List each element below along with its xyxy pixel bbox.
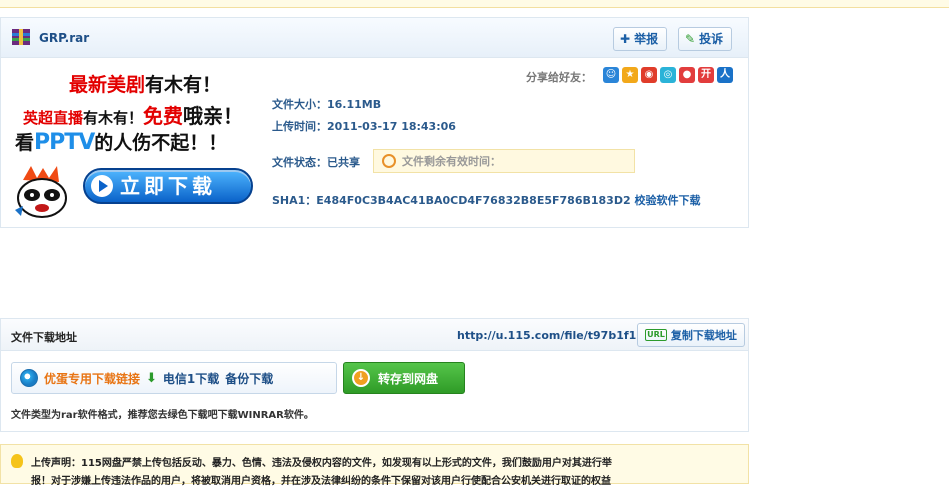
edit-icon: ✎ — [685, 32, 696, 46]
file-status: 文件状态：已共享 — [272, 156, 360, 169]
url-icon: URL — [645, 329, 667, 341]
save-disk-icon: ↓ — [352, 369, 370, 387]
msn-icon[interactable]: ◎ — [660, 67, 676, 83]
file-type-note: 文件类型为rar软件格式，推荐您去绿色下载吧下载WINRAR软件。 — [11, 410, 314, 421]
pptv-ad-banner[interactable]: 最新美剧有木有！ 英超直播有木有！免费哦亲！ 看PPTV的人伤不起！！ 立即下载 — [7, 64, 265, 224]
weibo-icon[interactable]: ◉ — [641, 67, 657, 83]
file-info-panel: GRP.rar ✚ 举报 ✎ 投诉 最新美剧有木有！ 英超直播有木有！免费哦亲！… — [0, 17, 749, 228]
download-panel: 文件下载地址 http://u.115.com/file/t97b1f1b95 … — [0, 318, 749, 432]
notice-line-1: 上传声明：115网盘严禁上传包括反动、暴力、色情、违法及侵权内容的文件，如发现有… — [31, 458, 612, 469]
youdan-download-link[interactable]: 优蛋专用下载链接 — [44, 370, 140, 387]
file-size: 文件大小：16.11MB — [272, 98, 382, 111]
star-icon[interactable]: ★ — [622, 67, 638, 83]
lightbulb-icon — [11, 454, 23, 468]
download-arrow-icon: ⬇ — [146, 370, 157, 386]
telecom-download-link[interactable]: 电信1下载 — [163, 370, 219, 387]
verify-software-link[interactable]: 校验软件下载 — [634, 194, 700, 207]
ad-line-1: 最新美剧有木有！ — [69, 74, 222, 96]
qq-space-icon[interactable]: ☺ — [603, 67, 619, 83]
clock-icon — [382, 154, 396, 168]
youdan-egg-icon — [20, 369, 38, 387]
rar-file-icon — [12, 29, 30, 45]
upload-time: 上传时间：2011-03-17 18:43:06 — [272, 120, 456, 133]
remaining-time-box: 文件剩余有效时间： — [373, 149, 635, 173]
backup-download-link[interactable]: 备份下载 — [225, 370, 273, 387]
play-icon — [91, 175, 113, 197]
save-to-disk-button[interactable]: ↓ 转存到网盘 — [343, 362, 465, 394]
sha1-row: SHA1：E484F0C3B4AC41BA0CD4F76832B8E5F786B… — [272, 194, 701, 207]
kai-icon[interactable]: 开 — [698, 67, 714, 83]
file-header: GRP.rar ✚ 举报 ✎ 投诉 — [1, 18, 748, 58]
download-title: 文件下载地址 — [11, 331, 77, 344]
notice-line-2: 报！对于涉嫌上传违法作品的用户，将被取消用户资格，并在涉及法律纠纷的条件下保留对… — [31, 476, 611, 487]
share-icons: ☺ ★ ◉ ◎ ● 开 人 — [603, 67, 733, 83]
report-button[interactable]: ✚ 举报 — [613, 27, 668, 51]
download-url[interactable]: http://u.115.com/file/t97b1f1b95 — [457, 329, 659, 342]
report-icon: ✚ — [620, 32, 631, 46]
share-label: 分享给好友： — [526, 71, 592, 84]
renren-icon[interactable]: 人 — [717, 67, 733, 83]
copy-url-button[interactable]: URL 复制下载地址 — [637, 323, 745, 347]
panda-mascot-icon — [15, 166, 67, 218]
ad-line-2: 英超直播有木有！免费哦亲！ — [23, 104, 244, 128]
complain-button[interactable]: ✎ 投诉 — [678, 27, 733, 51]
ad-line-3: 看PPTV的人伤不起！！ — [15, 130, 228, 155]
download-header: 文件下载地址 http://u.115.com/file/t97b1f1b95 … — [1, 319, 748, 351]
kaixin-icon[interactable]: ● — [679, 67, 695, 83]
ad-download-button[interactable]: 立即下载 — [83, 168, 253, 204]
file-name: GRP.rar — [39, 31, 90, 45]
upload-notice: 上传声明：115网盘严禁上传包括反动、暴力、色情、违法及侵权内容的文件，如发现有… — [0, 444, 749, 487]
download-links-bar: 优蛋专用下载链接 ⬇ 电信1下载 备份下载 — [11, 362, 337, 394]
top-notice-band — [0, 0, 949, 8]
